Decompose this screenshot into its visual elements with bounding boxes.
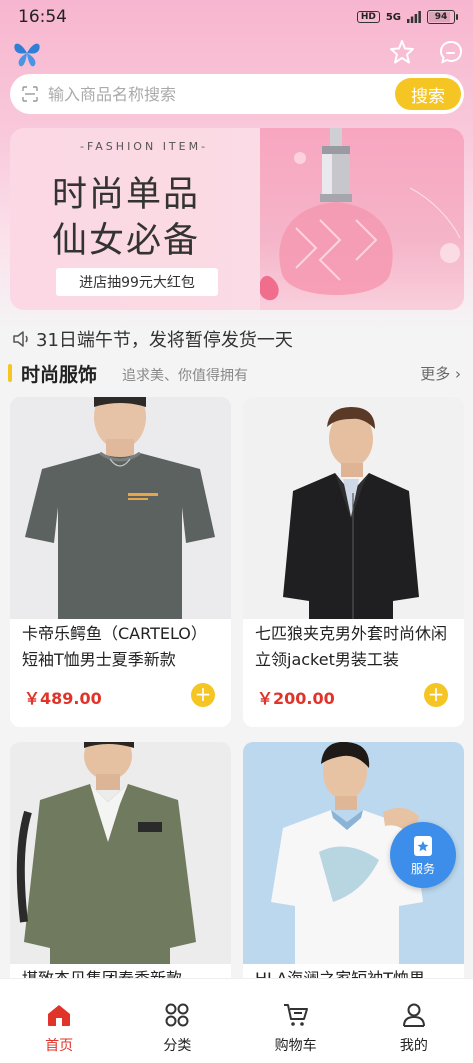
user-icon: [402, 1003, 425, 1027]
section-title: 时尚服饰: [21, 364, 98, 386]
hd-badge: HD: [356, 11, 380, 23]
section-more-link[interactable]: 更多 ›: [420, 363, 461, 384]
tab-category[interactable]: 分类: [118, 979, 236, 1063]
star-icon[interactable]: [388, 38, 416, 66]
add-to-cart-button[interactable]: +: [424, 683, 448, 707]
banner-cta-button[interactable]: 进店抽99元大红包: [56, 268, 218, 296]
bottom-tab-bar: 首页 分类 购物车 我的: [0, 978, 473, 1063]
notice-bar[interactable]: 31日端午节，发将暂停发货一天: [12, 326, 462, 352]
banner-product-image: [259, 128, 464, 310]
section-accent-bar: [8, 364, 12, 382]
status-time: 16:54: [18, 7, 67, 27]
tab-mine[interactable]: 我的: [355, 979, 473, 1063]
service-icon: [414, 835, 432, 856]
tab-label: 购物车: [274, 1038, 317, 1054]
notice-text: 31日端午节，发将暂停发货一天: [36, 330, 293, 351]
signal-icon: [407, 11, 421, 23]
chevron-right-icon: ›: [450, 365, 461, 383]
speaker-icon: [13, 331, 28, 347]
search-button[interactable]: 搜索: [395, 78, 461, 110]
more-label: 更多: [420, 365, 451, 383]
search-bar: 搜索: [10, 74, 464, 114]
battery-level: 94: [434, 12, 448, 22]
chat-icon[interactable]: [437, 38, 465, 66]
tab-cart[interactable]: 购物车: [237, 979, 355, 1063]
section-subtitle: 追求美、你值得拥有: [122, 368, 248, 384]
battery-icon: 94: [427, 10, 458, 24]
service-label: 服务: [410, 861, 435, 876]
product-image: [10, 397, 231, 619]
banner-title-line1: 时尚单品: [52, 175, 201, 215]
product-image: [243, 397, 464, 619]
section-header: 时尚服饰 追求美、你值得拥有 更多 ›: [0, 360, 473, 388]
banner-subtitle: -FASHION ITEM-: [80, 140, 209, 153]
cart-icon: [283, 1004, 308, 1026]
tab-label: 首页: [45, 1038, 74, 1054]
status-bar: 16:54 HD 5G 94: [0, 0, 473, 34]
network-label: 5G: [385, 11, 401, 23]
product-name: 卡帝乐鳄鱼（CARTELO）短袖T恤男士夏季新款: [22, 624, 207, 669]
banner-title-line2: 仙女必备: [52, 221, 201, 261]
app-header: [0, 34, 473, 74]
service-float-button[interactable]: 服务: [390, 822, 456, 888]
tab-label: 分类: [163, 1038, 192, 1054]
product-card[interactable]: 七匹狼夹克男外套时尚休闲立领jacket男装工装 ￥200.00 +: [243, 397, 464, 727]
tab-home[interactable]: 首页: [0, 979, 118, 1063]
tab-label: 我的: [399, 1038, 428, 1054]
status-indicators: HD 5G 94: [356, 10, 458, 24]
add-to-cart-button[interactable]: +: [191, 683, 215, 707]
product-price: ￥200.00: [257, 689, 335, 708]
grid-icon: [165, 1003, 189, 1027]
scan-icon[interactable]: [22, 86, 38, 102]
product-card[interactable]: 卡帝乐鳄鱼（CARTELO）短袖T恤男士夏季新款 ￥489.00 +: [10, 397, 231, 727]
home-icon: [48, 1005, 71, 1026]
butterfly-icon[interactable]: [10, 36, 44, 70]
product-price: ￥489.00: [24, 689, 102, 708]
perfume-bottle-image: [259, 128, 461, 301]
promo-banner[interactable]: -FASHION ITEM- 时尚单品 仙女必备 进店抽99元大红包: [10, 128, 464, 310]
product-name: 七匹狼夹克男外套时尚休闲立领jacket男装工装: [255, 624, 448, 669]
product-image: [10, 742, 231, 964]
